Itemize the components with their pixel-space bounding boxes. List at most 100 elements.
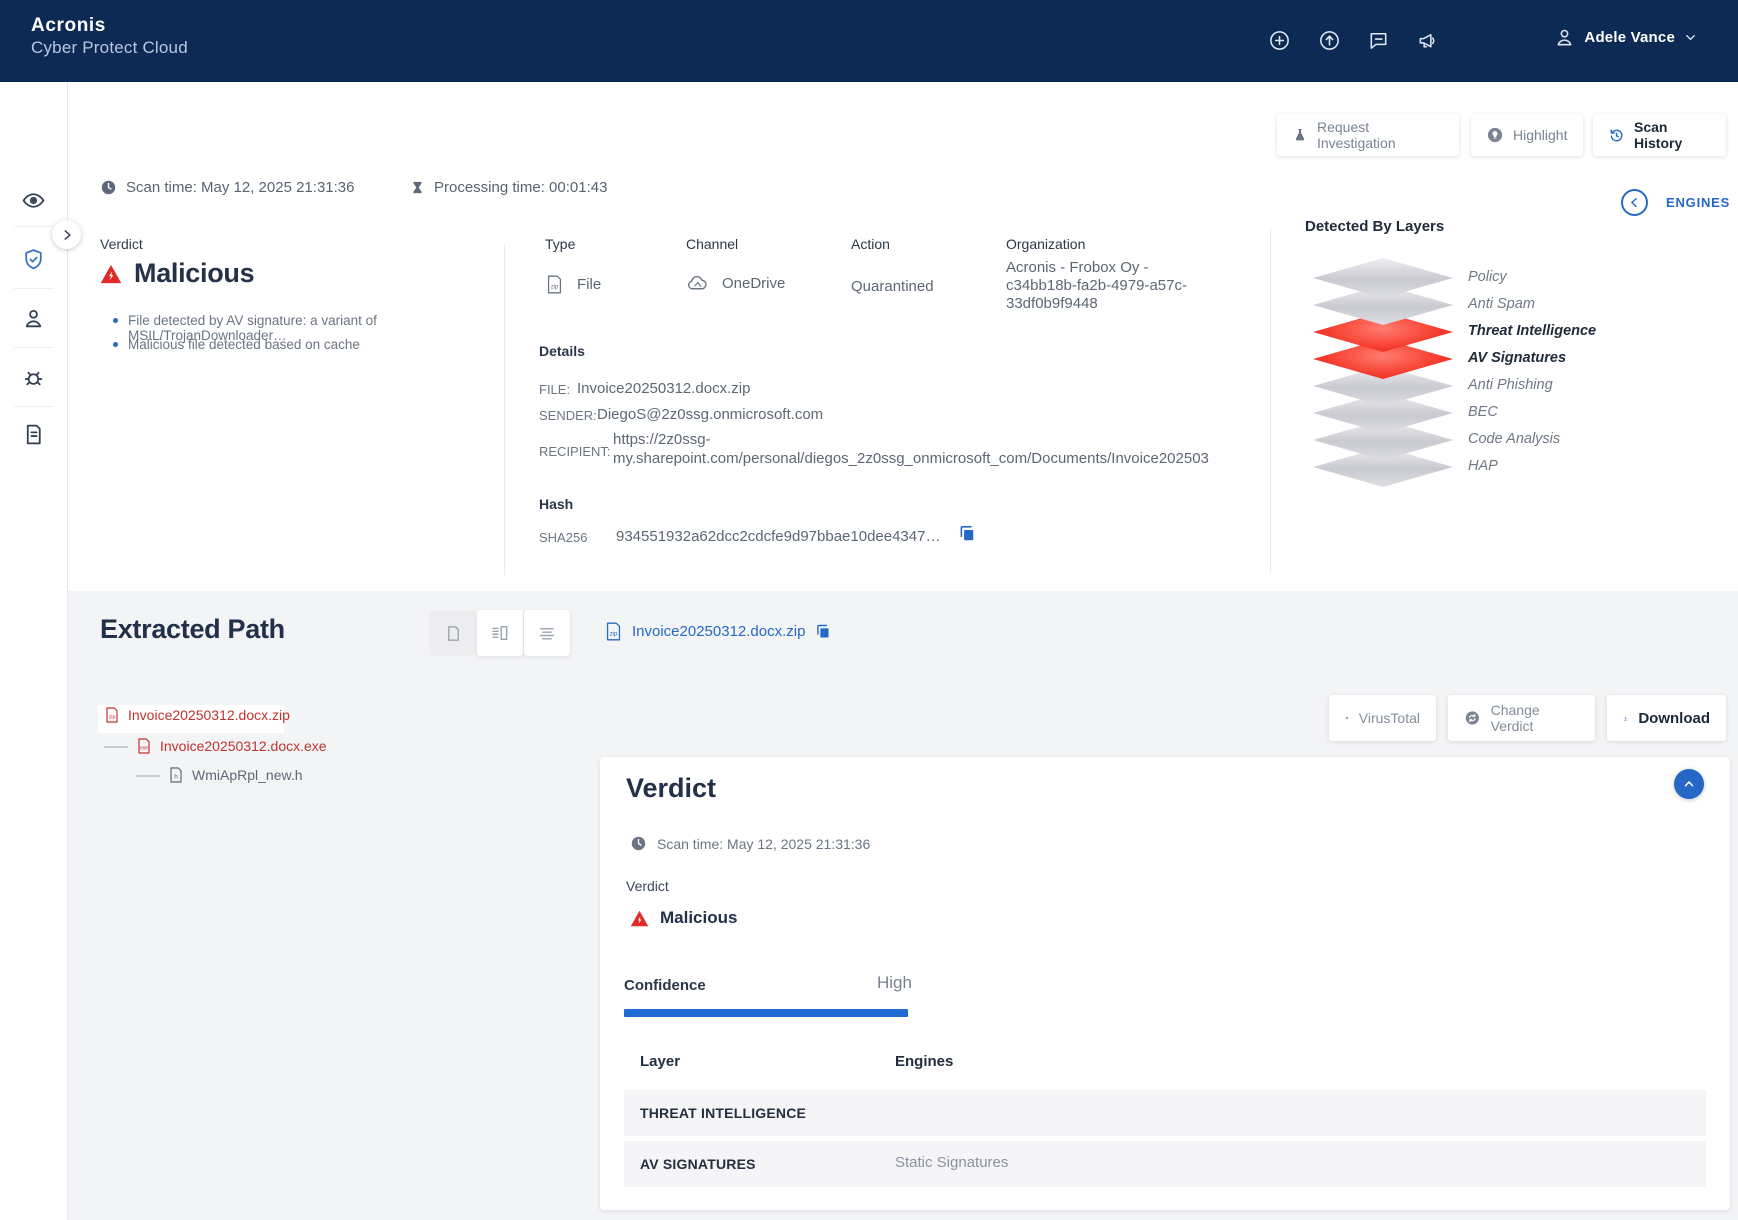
layer-label-threat-intelligence: Threat Intelligence bbox=[1468, 323, 1596, 339]
selected-file-chip[interactable]: zip Invoice20250312.docx.zip bbox=[604, 621, 831, 642]
view-mode-document-button[interactable] bbox=[430, 610, 476, 656]
copy-hash-icon[interactable] bbox=[957, 524, 976, 543]
svg-text:zip: zip bbox=[551, 284, 559, 290]
layer-label-hap: HAP bbox=[1468, 458, 1498, 474]
channel-label: Channel bbox=[686, 236, 738, 252]
upload-icon[interactable] bbox=[1318, 29, 1341, 52]
exe-file-icon: exe bbox=[136, 737, 152, 755]
verdict-reason: Malicious file detected based on cache bbox=[113, 337, 483, 352]
details-title: Details bbox=[539, 343, 585, 359]
type-label: Type bbox=[545, 236, 575, 252]
hash-title: Hash bbox=[539, 496, 573, 512]
layer-label-av-signatures: AV Signatures bbox=[1468, 350, 1566, 366]
table-row bbox=[624, 1141, 1706, 1187]
chevron-down-icon bbox=[1683, 30, 1698, 45]
feedback-icon[interactable] bbox=[1367, 29, 1390, 52]
sender-value: DiegoS@2z0ssg.onmicrosoft.com bbox=[597, 406, 823, 423]
highlight-button[interactable]: Highlight bbox=[1471, 114, 1583, 156]
sidebar-nav bbox=[0, 82, 68, 1220]
tree-item-name: WmiApRpl_new.h bbox=[192, 767, 303, 783]
file-value: Invoice20250312.docx.zip bbox=[577, 380, 750, 397]
copy-icon bbox=[957, 524, 976, 543]
sidebar-divider bbox=[14, 226, 54, 227]
change-verdict-button[interactable]: Change Verdict bbox=[1448, 695, 1595, 741]
sidebar-item-monitoring[interactable] bbox=[21, 188, 46, 213]
chevron-up-icon bbox=[1682, 777, 1696, 791]
request-investigation-label: Request Investigation bbox=[1317, 119, 1444, 151]
processing-time: Processing time: 00:01:43 bbox=[410, 179, 607, 196]
sidebar-item-protection[interactable] bbox=[21, 247, 46, 272]
hash-algo: SHA256 bbox=[539, 530, 587, 545]
h-file-icon: h bbox=[168, 766, 184, 784]
table-header-engines: Engines bbox=[895, 1053, 953, 1070]
layer-label-bec: BEC bbox=[1468, 404, 1498, 420]
verdict-card-verdict-row: Malicious bbox=[630, 908, 737, 928]
verdict-card-scan-time: Scan time: May 12, 2025 21:31:36 bbox=[630, 835, 870, 852]
layer-label-anti-phishing: Anti Phishing bbox=[1468, 377, 1553, 393]
tree-item-h-file[interactable]: h WmiApRpl_new.h bbox=[168, 766, 303, 784]
document-view-icon bbox=[444, 624, 463, 643]
table-cell-layer: THREAT INTELLIGENCE bbox=[640, 1105, 806, 1121]
extracted-path-title: Extracted Path bbox=[100, 614, 285, 645]
zip-file-icon: zip bbox=[604, 621, 623, 642]
tree-item-zip[interactable]: zip Invoice20250312.docx.zip bbox=[104, 706, 290, 724]
layer-label-anti-spam: Anti Spam bbox=[1468, 296, 1535, 312]
verdict-summary-value: Malicious bbox=[134, 258, 254, 289]
chevron-left-icon[interactable] bbox=[1621, 189, 1648, 216]
brand-logo: Acronis Cyber Protect Cloud bbox=[31, 15, 188, 58]
svg-text:h: h bbox=[174, 774, 177, 780]
table-header-layer: Layer bbox=[640, 1053, 680, 1070]
virustotal-button[interactable]: VirusTotal bbox=[1329, 695, 1436, 741]
copy-icon[interactable] bbox=[814, 623, 831, 640]
sidebar-item-threats[interactable] bbox=[21, 365, 46, 390]
layer-label-policy: Policy bbox=[1468, 269, 1507, 285]
organization-label: Organization bbox=[1006, 236, 1085, 252]
split-view-icon bbox=[490, 623, 510, 643]
view-mode-lines-button[interactable] bbox=[524, 610, 570, 656]
recipient-label: RECIPIENT: bbox=[539, 444, 611, 459]
action-value: Quarantined bbox=[851, 278, 934, 295]
virustotal-label: VirusTotal bbox=[1359, 710, 1420, 726]
highlight-label: Highlight bbox=[1513, 127, 1567, 143]
verdict-summary-label: Verdict bbox=[100, 236, 143, 252]
flask-icon bbox=[1292, 127, 1308, 143]
virustotal-icon bbox=[1345, 710, 1349, 726]
vertical-divider bbox=[1270, 228, 1271, 573]
user-menu[interactable]: Adele Vance bbox=[1553, 26, 1698, 49]
sidebar-item-users[interactable] bbox=[21, 306, 46, 331]
scan-time-text: Scan time: May 12, 2025 21:31:36 bbox=[126, 179, 354, 196]
view-mode-split-button[interactable] bbox=[477, 610, 523, 656]
collapse-card-button[interactable] bbox=[1674, 769, 1704, 799]
change-verdict-label: Change Verdict bbox=[1491, 702, 1579, 734]
lines-view-icon bbox=[537, 623, 557, 643]
scan-history-button[interactable]: Scan History bbox=[1593, 114, 1726, 156]
sidebar-divider bbox=[14, 406, 54, 407]
verdict-summary-value-row: Malicious bbox=[100, 258, 254, 289]
eye-icon bbox=[21, 188, 46, 213]
sidebar-expand-button[interactable] bbox=[52, 220, 81, 249]
engines-collapse-control[interactable]: ENGINES bbox=[1621, 189, 1730, 216]
svg-text:zip: zip bbox=[610, 631, 618, 637]
app-header: Acronis Cyber Protect Cloud Adele Vance bbox=[0, 0, 1738, 82]
tree-item-name: Invoice20250312.docx.zip bbox=[128, 707, 290, 723]
verdict-reason-text: Malicious file detected based on cache bbox=[128, 337, 360, 352]
verdict-card-verdict-value: Malicious bbox=[660, 908, 737, 928]
download-button[interactable]: Download bbox=[1607, 695, 1726, 741]
add-icon[interactable] bbox=[1268, 29, 1291, 52]
verdict-card-verdict-label: Verdict bbox=[626, 878, 669, 894]
scan-history-label: Scan History bbox=[1634, 119, 1711, 151]
sidebar-item-reports[interactable] bbox=[21, 422, 46, 447]
bullet-dot-icon bbox=[113, 318, 118, 323]
recipient-value: https://2z0ssg-my.sharepoint.com/persona… bbox=[613, 430, 1261, 468]
type-value: File bbox=[577, 276, 601, 293]
onedrive-cloud-icon bbox=[686, 274, 709, 292]
organization-value: Acronis - Frobox Oy - c34bb18b-fa2b-4979… bbox=[1006, 259, 1198, 313]
tree-item-exe[interactable]: exe Invoice20250312.docx.exe bbox=[136, 737, 327, 755]
download-icon bbox=[1623, 710, 1628, 727]
scan-time: Scan time: May 12, 2025 21:31:36 bbox=[100, 179, 354, 196]
announcements-icon[interactable] bbox=[1416, 29, 1439, 52]
acronis-cyber-protect-cloud-app: Acronis Cyber Protect Cloud Adele Vance bbox=[0, 0, 1738, 1220]
clock-icon bbox=[630, 835, 647, 852]
person-icon bbox=[21, 306, 46, 331]
request-investigation-button[interactable]: Request Investigation bbox=[1277, 114, 1459, 156]
